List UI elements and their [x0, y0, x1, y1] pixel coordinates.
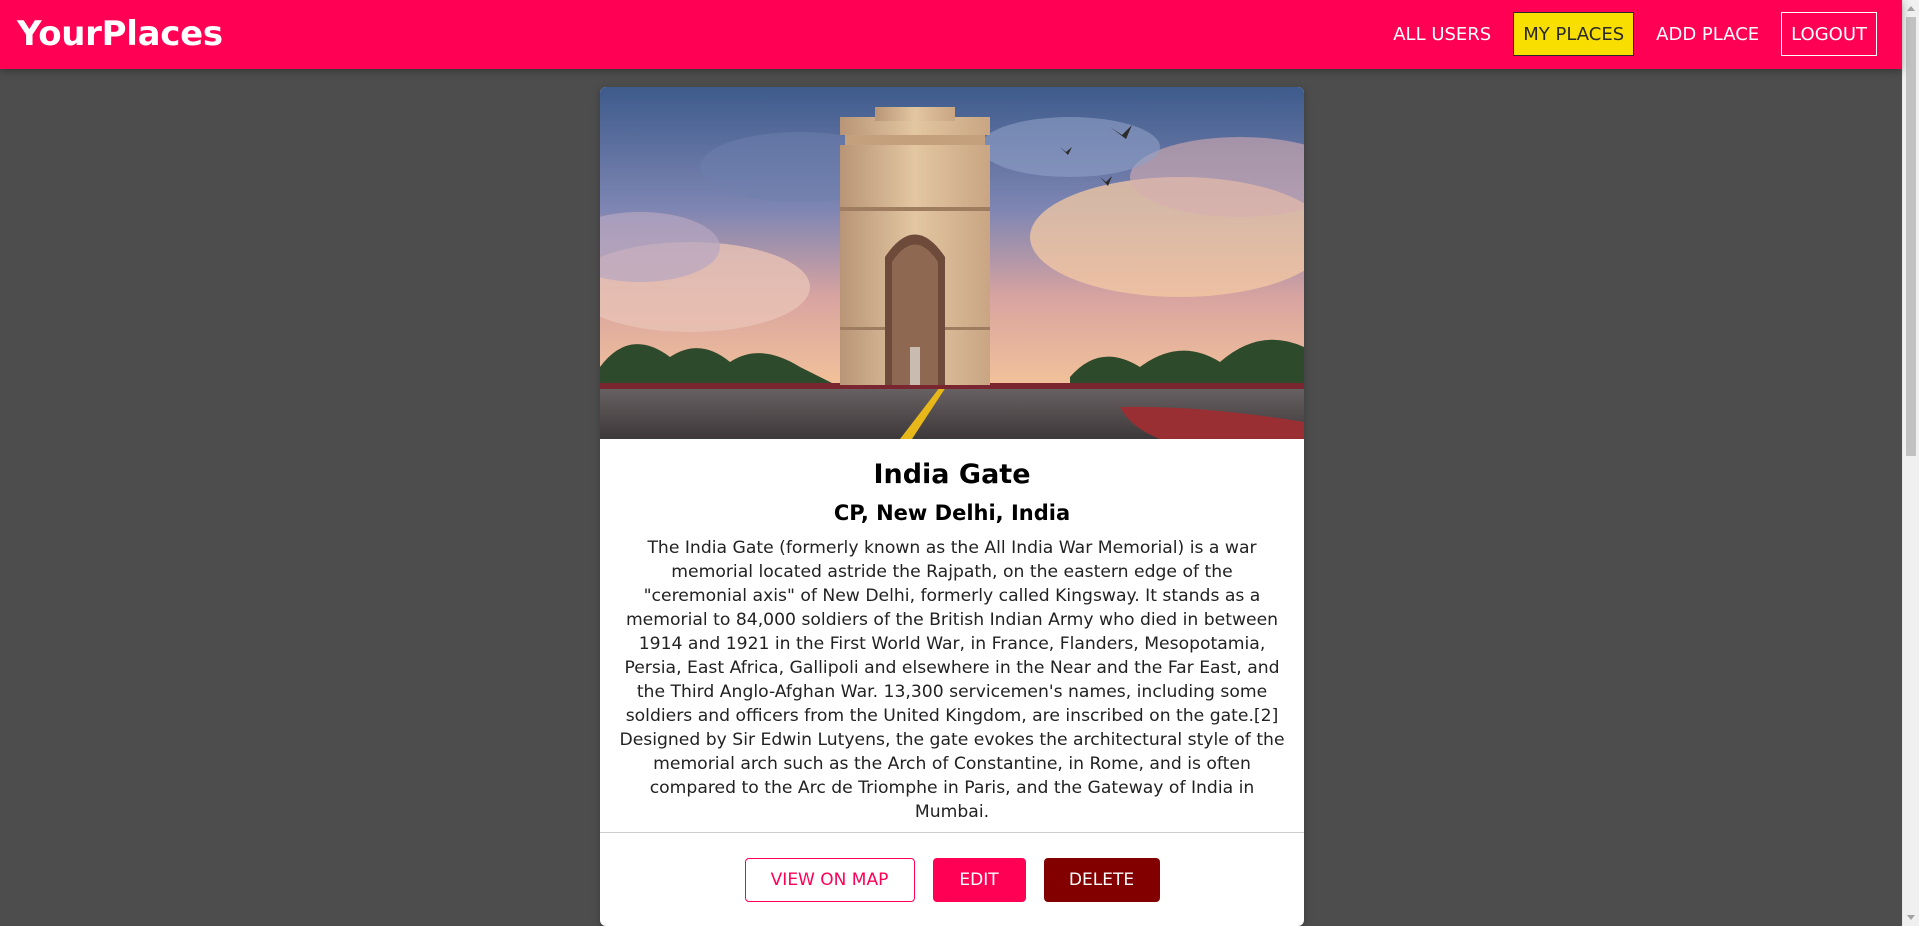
scroll-up-arrow-icon[interactable] — [1907, 6, 1915, 11]
scroll-thumb[interactable] — [1906, 17, 1916, 456]
delete-button[interactable]: DELETE — [1043, 857, 1160, 902]
place-card: India Gate CP, New Delhi, India The Indi… — [600, 87, 1304, 926]
place-address: CP, New Delhi, India — [833, 501, 1071, 525]
place-title: India Gate — [873, 459, 1031, 490]
place-description: The India Gate (formerly known as the Al… — [619, 538, 1285, 822]
india-gate-illustration — [840, 107, 990, 385]
page-scrollbar[interactable] — [1902, 0, 1919, 926]
edit-button[interactable]: EDIT — [932, 857, 1026, 902]
place-actions: VIEW ON MAP EDIT DELETE — [600, 832, 1304, 926]
main-header: YourPlaces ALL USERS MY PLACES ADD PLACE… — [0, 0, 1902, 69]
main-navigation: ALL USERS MY PLACES ADD PLACE LOGOUT — [1371, 12, 1877, 56]
place-info: India Gate CP, New Delhi, India The Indi… — [600, 439, 1304, 832]
place-image — [600, 87, 1304, 439]
nav-my-places[interactable]: MY PLACES — [1513, 12, 1635, 56]
nav-add-place[interactable]: ADD PLACE — [1646, 12, 1769, 56]
scroll-down-arrow-icon[interactable] — [1907, 915, 1915, 920]
app-logo[interactable]: YourPlaces — [17, 13, 223, 55]
view-on-map-button[interactable]: VIEW ON MAP — [744, 857, 915, 902]
logout-button[interactable]: LOGOUT — [1781, 12, 1877, 56]
nav-all-users[interactable]: ALL USERS — [1383, 12, 1501, 56]
